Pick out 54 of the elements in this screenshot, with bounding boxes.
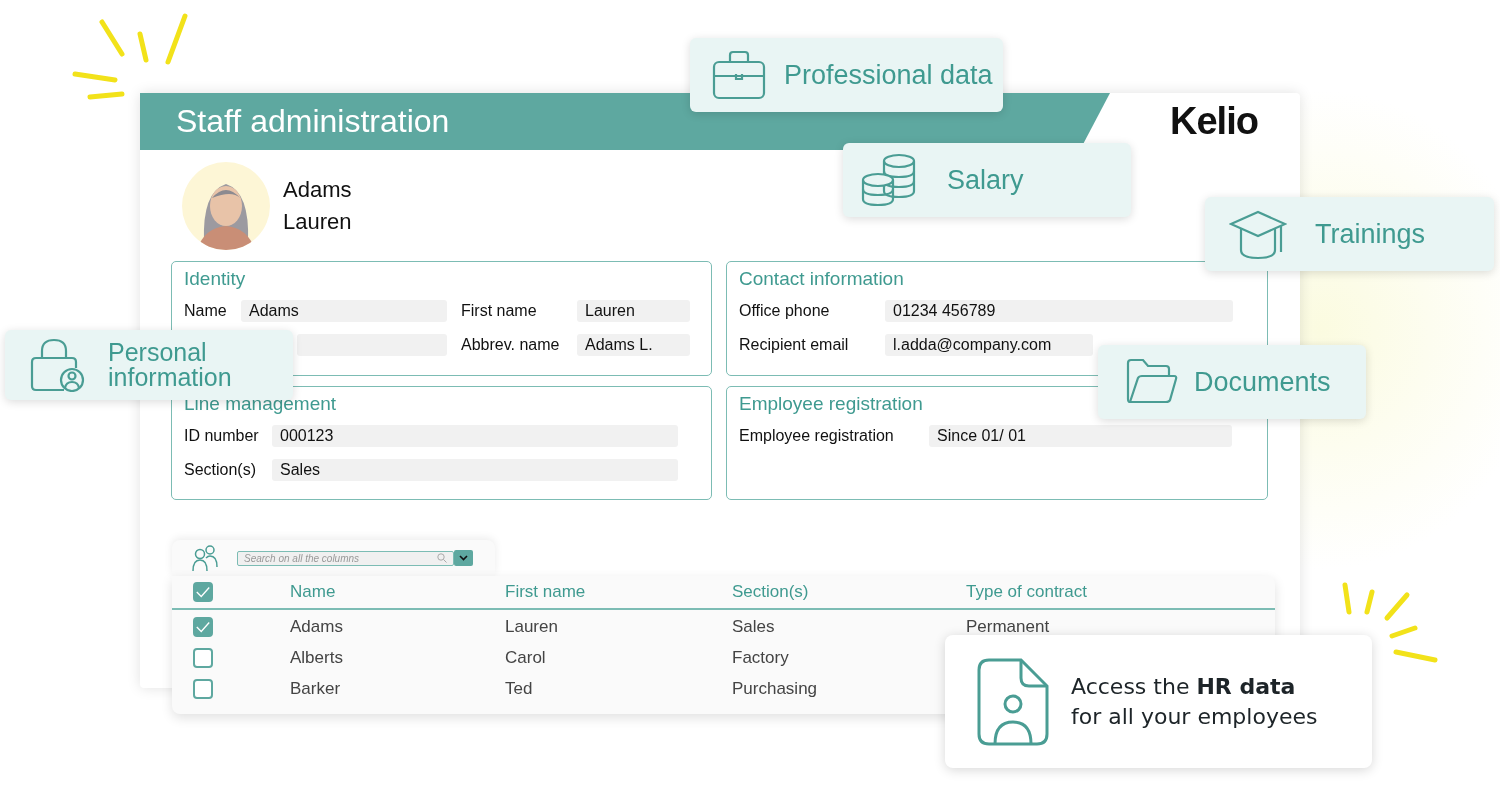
dropdown-button[interactable] <box>454 550 473 566</box>
field-label: First name <box>460 302 538 320</box>
first-name: Lauren <box>283 208 352 235</box>
coins-icon <box>861 153 917 207</box>
table-cell-text: Permanent <box>966 616 1051 637</box>
section-title: Employee registration <box>739 393 924 415</box>
field-label: Employee registration <box>739 427 895 445</box>
table-cell-text: Factory <box>732 647 790 668</box>
feature-label: Personal information <box>108 340 233 390</box>
promo-text: Access the HR data for all your employees <box>1071 672 1318 731</box>
section-title: Contact information <box>739 268 905 290</box>
employee-file-icon <box>977 657 1049 746</box>
input-field[interactable]: Sales <box>272 459 678 481</box>
checkbox[interactable] <box>193 616 213 637</box>
checkbox[interactable] <box>193 647 213 668</box>
input-field[interactable]: Lauren <box>577 300 690 322</box>
section-title: Line management <box>184 393 338 415</box>
feature-label: Professional data <box>784 61 993 89</box>
briefcase-icon <box>712 50 766 100</box>
checkbox[interactable] <box>193 582 213 602</box>
feature-label: Salary <box>947 166 1024 194</box>
input-field[interactable]: 000123 <box>272 425 678 447</box>
input-field[interactable]: 01234 456789 <box>885 300 1233 322</box>
section-title: Identity <box>184 268 247 290</box>
last-name: Adams <box>283 176 352 203</box>
field-label: Recipient email <box>739 336 850 354</box>
table-cell-text: Adams <box>290 616 344 637</box>
table-cell-text: Purchasing <box>732 678 819 699</box>
input-field[interactable]: l.adda@company.com <box>885 334 1093 356</box>
feature-label: Trainings <box>1315 220 1426 248</box>
logo: Kelio <box>1170 100 1258 143</box>
caret-icon <box>459 555 468 561</box>
input-field[interactable]: Since 01/ 01 <box>929 425 1232 447</box>
lock-icon <box>30 338 86 392</box>
graduation-cap-icon <box>1229 208 1287 260</box>
window-title: Staff administration <box>176 103 450 140</box>
field-label: ID number <box>184 427 260 445</box>
feature-label: Documents <box>1194 368 1331 396</box>
table-cell-text: Alberts <box>290 647 344 668</box>
people-icon <box>192 544 218 572</box>
table-cell-text: Ted <box>505 678 534 699</box>
table-cell-text: Sales <box>732 616 776 637</box>
field-label: Section(s) <box>184 461 258 479</box>
folder-icon <box>1126 358 1178 406</box>
table-cell-text: Barker <box>290 678 342 699</box>
field-label: Abbrev. name <box>460 336 561 354</box>
table-cell-text: Carol <box>505 647 547 668</box>
field-label: Name <box>184 302 228 320</box>
input-field[interactable]: Adams <box>241 300 447 322</box>
input-field[interactable]: Adams L. <box>577 334 690 356</box>
table-cell-text: Lauren <box>505 616 559 637</box>
field-label: Office phone <box>739 302 831 320</box>
checkbox[interactable] <box>193 678 213 699</box>
search-icon <box>437 553 447 563</box>
